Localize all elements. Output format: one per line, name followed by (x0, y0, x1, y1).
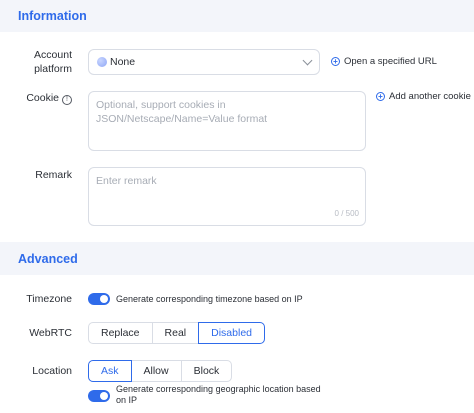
info-icon[interactable]: ! (62, 95, 72, 105)
webrtc-option-real[interactable]: Real (152, 322, 200, 344)
remark-placeholder: Enter remark (96, 175, 157, 187)
chevron-down-icon (302, 55, 313, 66)
browser-profile-form: Information Account platform None + Open… (0, 0, 474, 413)
remark-char-counter: 0 / 500 (334, 209, 359, 218)
section-header-advanced: Advanced (0, 242, 474, 275)
section-title: Information (18, 9, 87, 23)
location-label: Location (32, 365, 72, 377)
section-title: Advanced (18, 251, 78, 266)
webrtc-label: WebRTC (29, 327, 72, 339)
plus-icon: + (331, 57, 340, 66)
location-option-allow[interactable]: Allow (131, 360, 182, 382)
account-platform-label: Account platform (34, 49, 72, 75)
remark-label: Remark (35, 169, 72, 181)
cookie-textarea[interactable]: Optional, support cookies in JSON/Netsca… (88, 91, 366, 151)
open-url-link[interactable]: + Open a specified URL (331, 56, 437, 67)
plus-icon: + (376, 92, 385, 101)
timezone-toggle[interactable] (88, 293, 110, 305)
globe-icon (97, 57, 107, 67)
webrtc-segmented-control: Replace Real Disabled (88, 322, 265, 344)
location-option-ask[interactable]: Ask (88, 360, 132, 382)
timezone-toggle-text: Generate corresponding timezone based on… (116, 294, 303, 304)
cookie-placeholder: Optional, support cookies in JSON/Netsca… (96, 99, 268, 125)
section-header-information: Information (0, 0, 474, 32)
timezone-label: Timezone (26, 293, 72, 305)
account-platform-select[interactable]: None (88, 49, 320, 75)
webrtc-option-replace[interactable]: Replace (88, 322, 153, 344)
location-segmented-control: Ask Allow Block (88, 360, 233, 382)
webrtc-option-disabled[interactable]: Disabled (198, 322, 265, 344)
remark-textarea[interactable]: Enter remark 0 / 500 (88, 167, 366, 226)
location-option-block[interactable]: Block (181, 360, 233, 382)
account-platform-value: None (110, 56, 136, 68)
cookie-label: Cookie! (24, 91, 72, 105)
location-toggle[interactable] (88, 390, 110, 402)
add-another-cookie-link[interactable]: + Add another cookie (376, 91, 471, 102)
location-toggle-text: Generate corresponding geographic locati… (116, 384, 321, 405)
